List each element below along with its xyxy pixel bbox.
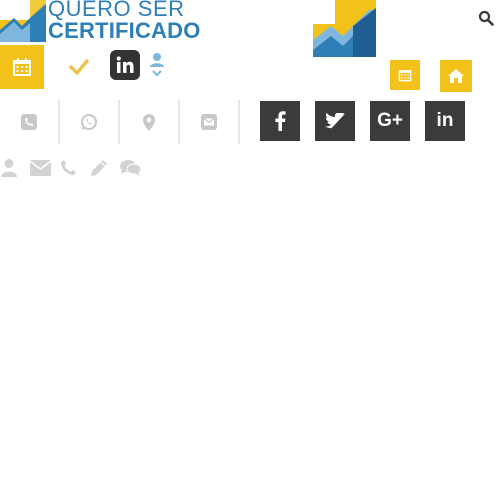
google-plus-icon: G+ (377, 110, 403, 131)
home-icon (448, 69, 464, 83)
brand-line1: QUERO SER (48, 0, 185, 21)
brand-logo[interactable]: QUERO SER CERTIFICADO (0, 0, 200, 42)
chevron-down-icon (152, 70, 162, 77)
brand-line2: CERTIFICADO (48, 18, 201, 43)
google-plus-button[interactable]: G+ (370, 101, 410, 141)
whatsapp-link[interactable] (60, 100, 120, 144)
facebook-icon (275, 111, 286, 131)
logo-mark-icon (0, 0, 46, 42)
user-icon (0, 158, 18, 183)
calendar-small-button[interactable] (390, 60, 420, 90)
twitter-icon (325, 113, 345, 129)
logo-mark-icon[interactable] (313, 0, 376, 57)
calendar-icon (13, 58, 31, 76)
linkedin-icon (116, 56, 134, 73)
linkedin-icon: in (436, 110, 454, 131)
location-link[interactable] (120, 100, 180, 144)
comments-icon (120, 159, 142, 182)
search-icon[interactable] (478, 10, 494, 26)
user-icon (150, 53, 164, 67)
check-icon[interactable] (68, 56, 90, 78)
user-menu-toggle[interactable] (148, 52, 166, 80)
twitter-button[interactable] (315, 101, 355, 141)
linkedin-button[interactable] (110, 50, 140, 80)
envelope-icon (201, 114, 217, 130)
pencil-icon (90, 159, 108, 182)
calendar-icon (398, 70, 412, 82)
calendar-button[interactable] (0, 45, 44, 89)
phone-icon (60, 159, 77, 181)
whatsapp-icon (81, 114, 97, 130)
email-link[interactable] (180, 100, 240, 144)
linkedin-social-button[interactable]: in (425, 101, 465, 141)
facebook-button[interactable] (260, 101, 300, 141)
contact-form-icons (0, 158, 150, 180)
map-marker-icon (143, 113, 155, 131)
contact-bar (0, 100, 240, 144)
envelope-icon (29, 160, 52, 181)
phone-icon (21, 114, 37, 130)
phone-link[interactable] (0, 100, 60, 144)
home-button[interactable] (440, 60, 472, 92)
